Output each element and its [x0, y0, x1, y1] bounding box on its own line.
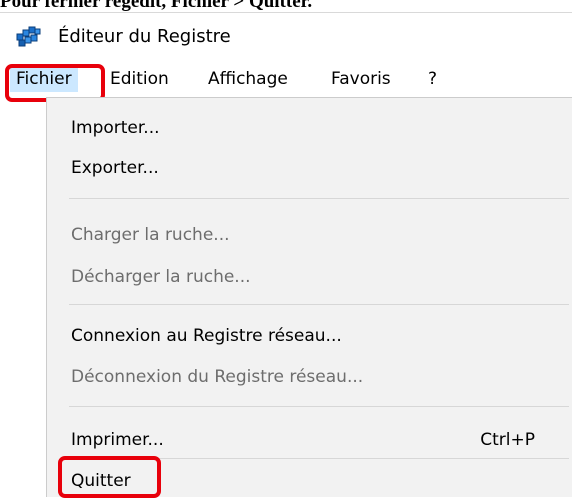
print-shortcut: Ctrl+P	[480, 430, 535, 450]
registry-editor-icon	[16, 26, 41, 47]
menu-item-decharger-ruche: Décharger la ruche...	[71, 267, 251, 287]
window-title: Éditeur du Registre	[58, 26, 231, 47]
menu-favoris[interactable]: Favoris	[325, 66, 397, 92]
menu-item-quitter[interactable]: Quitter	[71, 468, 131, 494]
menu-affichage[interactable]: Affichage	[202, 66, 294, 92]
file-menu-dropdown: Importer... Exporter... Charger la ruche…	[46, 97, 572, 497]
menu-item-charger-ruche: Charger la ruche...	[71, 225, 230, 245]
menu-separator	[69, 198, 569, 199]
menu-item-connexion-reseau[interactable]: Connexion au Registre réseau...	[71, 323, 342, 349]
menu-separator	[69, 458, 569, 459]
title-bar: Éditeur du Registre	[0, 13, 572, 61]
menu-bar: Fichier Edition Affichage Favoris ?	[0, 63, 572, 95]
menu-separator	[69, 406, 569, 407]
menu-item-deconnexion-reseau: Déconnexion du Registre réseau...	[71, 367, 364, 387]
registry-editor-window: Éditeur du Registre Fichier Edition Affi…	[0, 12, 572, 498]
menu-help[interactable]: ?	[422, 66, 443, 92]
menu-separator	[69, 304, 569, 305]
menu-item-imprimer[interactable]: Imprimer...	[71, 427, 164, 453]
menu-fichier[interactable]: Fichier	[10, 66, 78, 92]
menu-item-importer[interactable]: Importer...	[71, 115, 160, 141]
menu-edition[interactable]: Edition	[104, 66, 175, 92]
menu-item-exporter[interactable]: Exporter...	[71, 155, 159, 181]
caption-text: Pour fermer regedit, Fichier > Quitter.	[0, 0, 313, 12]
